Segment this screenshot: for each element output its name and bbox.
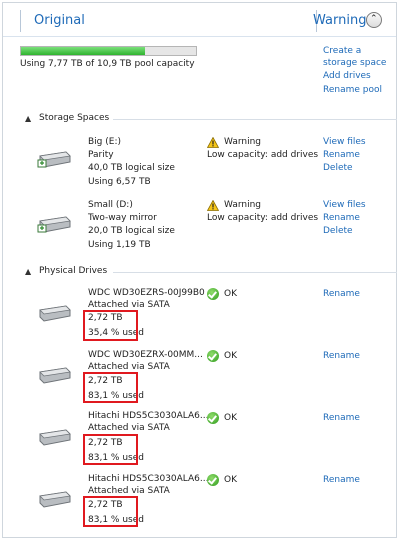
ok-check-icon — [207, 288, 219, 300]
header-divider — [20, 10, 21, 32]
storage-pool-panel: Original Warning ⌃ Using 7,77 TB of 10,9… — [2, 2, 397, 538]
add-drives-link[interactable]: Add drives — [323, 71, 371, 81]
rename-drive-link[interactable]: Rename — [323, 475, 360, 485]
rename-space-link[interactable]: Rename — [323, 213, 360, 223]
highlight-box — [83, 496, 138, 527]
drive-connection: Attached via SATA — [88, 300, 170, 310]
hard-drive-icon — [39, 429, 71, 446]
ok-check-icon — [207, 474, 219, 486]
section-label: Storage Spaces — [39, 113, 110, 123]
space-size: 20,0 TB logical size — [88, 226, 175, 236]
hard-drive-icon — [39, 367, 71, 384]
space-status: Warning — [224, 137, 262, 147]
drive-model: Hitachi HDS5C3030ALA6... — [88, 474, 209, 484]
delete-space-link[interactable]: Delete — [323, 163, 353, 173]
pool-title: Original — [34, 13, 85, 28]
rename-drive-link[interactable]: Rename — [323, 351, 360, 361]
rename-drive-link[interactable]: Rename — [323, 413, 360, 423]
drive-model: WDC WD30EZRS-00J99B0 — [88, 288, 205, 298]
pool-status: Warning — [313, 13, 367, 28]
pool-header: Original Warning ⌃ — [3, 3, 396, 37]
drive-status: OK — [224, 289, 237, 299]
chevron-up-icon: ⌃ — [370, 14, 378, 24]
rename-drive-link[interactable]: Rename — [323, 289, 360, 299]
hard-drive-icon — [39, 491, 71, 508]
section-label: Physical Drives — [39, 266, 108, 276]
collapse-button[interactable]: ⌃ — [366, 12, 382, 28]
rename-pool-link[interactable]: Rename pool — [323, 85, 382, 95]
space-size: 40,0 TB logical size — [88, 163, 175, 173]
drive-status: OK — [224, 351, 237, 361]
drive-status: OK — [224, 413, 237, 423]
drive-connection: Attached via SATA — [88, 486, 170, 496]
space-status-detail: Low capacity: add drives — [207, 150, 319, 160]
pool-capacity-fill — [21, 47, 146, 55]
space-using: Using 1,19 TB — [88, 240, 151, 250]
pool-usage-text: Using 7,77 TB of 10,9 TB pool capacity — [20, 59, 195, 69]
storage-space-icon — [37, 216, 71, 233]
warning-triangle-icon — [207, 137, 219, 148]
warning-triangle-icon — [207, 200, 219, 211]
create-storage-space-link-line2[interactable]: storage space — [323, 58, 386, 68]
chevron-up-icon: ▲ — [25, 114, 32, 123]
highlight-box — [83, 434, 138, 465]
section-divider — [113, 119, 397, 120]
space-status: Warning — [224, 200, 262, 210]
drive-model: WDC WD30EZRX-00MM... — [88, 350, 203, 360]
view-files-link[interactable]: View files — [323, 137, 366, 147]
rename-space-link[interactable]: Rename — [323, 150, 360, 160]
drive-connection: Attached via SATA — [88, 362, 170, 372]
create-storage-space-link[interactable]: Create a — [323, 46, 361, 56]
view-files-link[interactable]: View files — [323, 200, 366, 210]
highlight-box — [83, 310, 138, 341]
storage-space-icon — [37, 151, 71, 168]
drive-model: Hitachi HDS5C3030ALA6... — [88, 411, 209, 421]
chevron-up-icon: ▲ — [25, 267, 32, 276]
delete-space-link[interactable]: Delete — [323, 226, 353, 236]
section-divider — [113, 272, 397, 273]
ok-check-icon — [207, 412, 219, 424]
space-name: Big (E:) — [88, 137, 121, 147]
space-type: Parity — [88, 150, 114, 160]
space-status-detail: Low capacity: add drives — [207, 213, 319, 223]
drive-connection: Attached via SATA — [88, 423, 170, 433]
hard-drive-icon — [39, 305, 71, 322]
space-using: Using 6,57 TB — [88, 177, 151, 187]
space-type: Two-way mirror — [88, 213, 157, 223]
space-name: Small (D:) — [88, 200, 133, 210]
highlight-box — [83, 372, 138, 403]
drive-status: OK — [224, 475, 237, 485]
pool-capacity-bar — [20, 46, 197, 56]
ok-check-icon — [207, 350, 219, 362]
